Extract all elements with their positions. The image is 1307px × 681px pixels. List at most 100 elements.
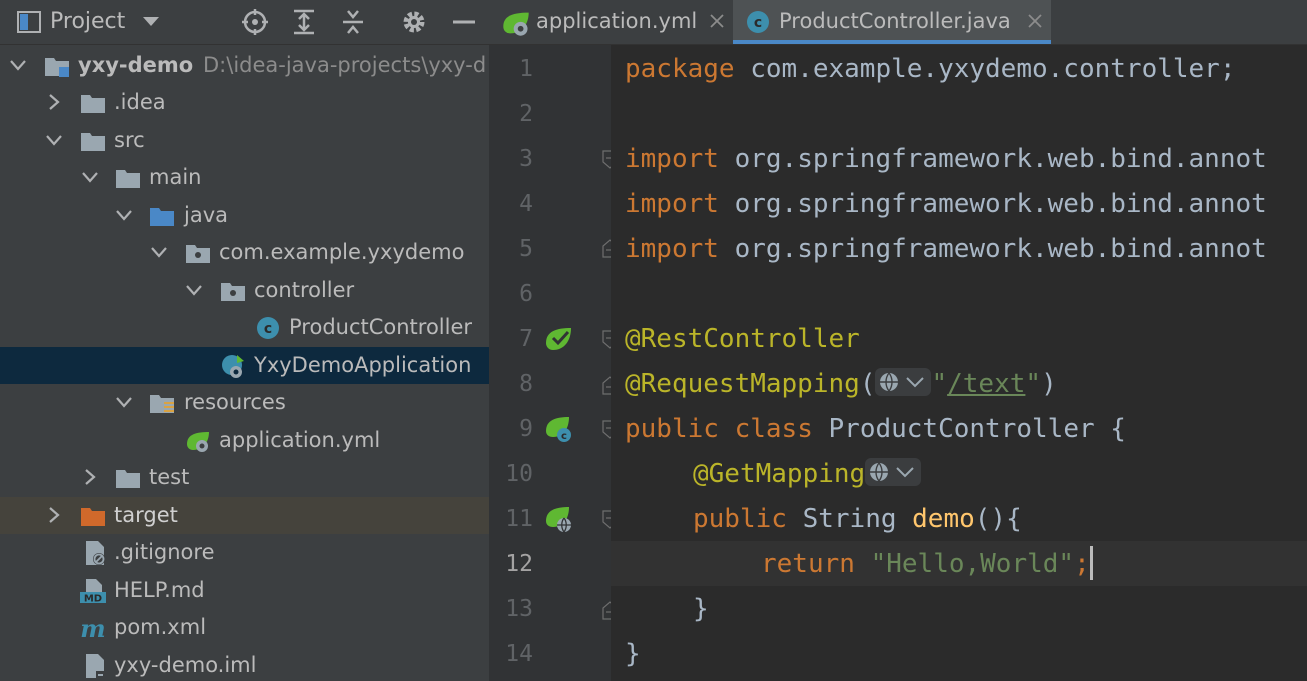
- tree-item-label: target: [114, 503, 178, 527]
- code-text: org.springframework.web.bind.annot: [718, 189, 1267, 219]
- svg-text:c: c: [561, 431, 567, 442]
- tab-product-controller-java[interactable]: c ProductController.java: [733, 0, 1051, 44]
- collapse-all-icon[interactable]: [339, 8, 367, 36]
- tree-item-resources[interactable]: resources: [0, 384, 489, 421]
- excluded-folder-icon: [81, 508, 105, 526]
- line-number: 9: [519, 416, 533, 442]
- line-number: 1: [519, 56, 533, 82]
- tree-item-label: ProductController: [289, 315, 473, 339]
- tree-item-help-md[interactable]: MD HELP.md: [0, 572, 489, 609]
- tree-item-yxy-demo[interactable]: yxy-demo D:\idea-java-projects\yxy-d: [0, 47, 489, 84]
- spring-boot-class-icon: [222, 355, 244, 378]
- tree-item-product-controller[interactable]: c ProductController: [0, 309, 489, 346]
- code-line-11: public String demo(){: [693, 497, 1022, 542]
- package-icon: [186, 245, 210, 263]
- tree-item-java[interactable]: java: [0, 197, 489, 234]
- source-folder-icon: [150, 208, 174, 226]
- keyword: class: [734, 414, 813, 444]
- tree-item-pom-xml[interactable]: m pom.xml: [0, 609, 489, 646]
- chevron-down-icon[interactable]: [140, 10, 162, 32]
- svg-text:c: c: [754, 15, 762, 31]
- markdown-file-icon: MD: [80, 579, 106, 604]
- chevron-down-icon[interactable]: [149, 242, 169, 262]
- resources-folder-icon: [150, 395, 174, 413]
- project-view-title[interactable]: Project: [50, 0, 125, 44]
- tree-item-main[interactable]: main: [0, 159, 489, 196]
- tree-item-label: test: [149, 465, 190, 489]
- module-folder-icon: [45, 58, 69, 77]
- code-editor[interactable]: package com.example.yxydemo.controller; …: [611, 45, 1307, 681]
- chevron-right-icon[interactable]: [44, 505, 64, 525]
- code-line-13: }: [693, 587, 709, 632]
- line-number: 8: [519, 371, 533, 397]
- close-icon[interactable]: [707, 11, 727, 31]
- tree-item-label: com.example.yxydemo: [219, 240, 465, 264]
- line-number: 5: [519, 236, 533, 262]
- chevron-down-icon[interactable]: [44, 130, 64, 150]
- package-icon: [221, 283, 245, 301]
- code-line-5: import org.springframework.web.bind.anno…: [625, 227, 1267, 272]
- annotation: @RestController: [625, 324, 860, 354]
- chevron-right-icon[interactable]: [44, 92, 64, 112]
- locate-file-icon[interactable]: [241, 8, 269, 36]
- tree-item-src[interactable]: src: [0, 122, 489, 159]
- chevron-down-icon[interactable]: [184, 280, 204, 300]
- spring-component-icon[interactable]: c: [543, 413, 575, 445]
- code-line-8: @RequestMapping("/text"): [625, 362, 1057, 407]
- tab-application-yml[interactable]: application.yml: [489, 0, 731, 44]
- tree-item-controller[interactable]: controller: [0, 272, 489, 309]
- spring-bean-icon[interactable]: [543, 323, 575, 355]
- project-view-icon[interactable]: [16, 9, 42, 35]
- keyword: import: [625, 189, 719, 219]
- expand-all-icon[interactable]: [290, 8, 318, 36]
- code-line-7: @RestController: [625, 317, 860, 362]
- tree-item-test[interactable]: test: [0, 459, 489, 496]
- url-string[interactable]: /text: [947, 369, 1025, 399]
- chevron-down-icon[interactable]: [114, 205, 134, 225]
- url-inlay-globe-icon[interactable]: [875, 367, 932, 396]
- code-line-12: return "Hello,World";: [761, 542, 1093, 587]
- svg-text:c: c: [264, 321, 272, 337]
- hide-panel-icon[interactable]: [450, 8, 478, 36]
- keyword: public: [625, 414, 719, 444]
- code-text: ProductController {: [812, 414, 1126, 444]
- line-number: 14: [505, 641, 533, 667]
- line-number: 4: [519, 191, 533, 217]
- tree-item-label: yxy-demo.iml: [114, 653, 257, 677]
- code-line-10: @GetMapping: [693, 452, 922, 497]
- class-icon: c: [747, 11, 769, 33]
- line-number: 6: [519, 281, 533, 307]
- chevron-down-icon[interactable]: [114, 392, 134, 412]
- spring-yml-icon: [187, 432, 209, 452]
- tree-item-gitignore[interactable]: .gitignore: [0, 534, 489, 571]
- chevron-down-icon[interactable]: [80, 167, 100, 187]
- tree-item-target[interactable]: target: [0, 497, 489, 534]
- code-text: }: [625, 639, 641, 669]
- web-endpoint-icon[interactable]: [543, 503, 575, 535]
- tree-item-application-yml[interactable]: application.yml: [0, 422, 489, 459]
- code-text: com.example.yxydemo.controller;: [734, 54, 1236, 84]
- code-line-3: import org.springframework.web.bind.anno…: [625, 137, 1267, 182]
- keyword: import: [625, 234, 719, 264]
- tree-item-label: HELP.md: [114, 578, 205, 602]
- folder-icon: [81, 95, 105, 113]
- chevron-down-icon[interactable]: [8, 55, 28, 75]
- keyword: package: [625, 54, 735, 84]
- tree-item-label: YxyDemoApplication: [254, 353, 472, 377]
- line-number: 10: [505, 461, 533, 487]
- tree-item-idea[interactable]: .idea: [0, 84, 489, 121]
- tab-label: application.yml: [536, 9, 698, 33]
- close-icon[interactable]: [1025, 11, 1045, 31]
- code-line-4: import org.springframework.web.bind.anno…: [625, 182, 1267, 227]
- editor-gutter: 1 2 3 4 5 6 7 8 9 10 11 12 13 14 c: [489, 45, 618, 681]
- tree-item-yxy-demo-application[interactable]: YxyDemoApplication: [0, 347, 489, 384]
- tree-item-package-root[interactable]: com.example.yxydemo: [0, 234, 489, 271]
- tree-item-iml[interactable]: yxy-demo.iml: [0, 647, 489, 681]
- tree-item-label: resources: [184, 390, 286, 414]
- gear-icon[interactable]: [400, 8, 428, 36]
- tree-item-label: application.yml: [219, 428, 381, 452]
- tree-item-label: yxy-demo: [78, 53, 194, 77]
- chevron-right-icon[interactable]: [80, 467, 100, 487]
- project-header: Project: [0, 0, 489, 45]
- url-inlay-globe-icon[interactable]: [865, 457, 922, 486]
